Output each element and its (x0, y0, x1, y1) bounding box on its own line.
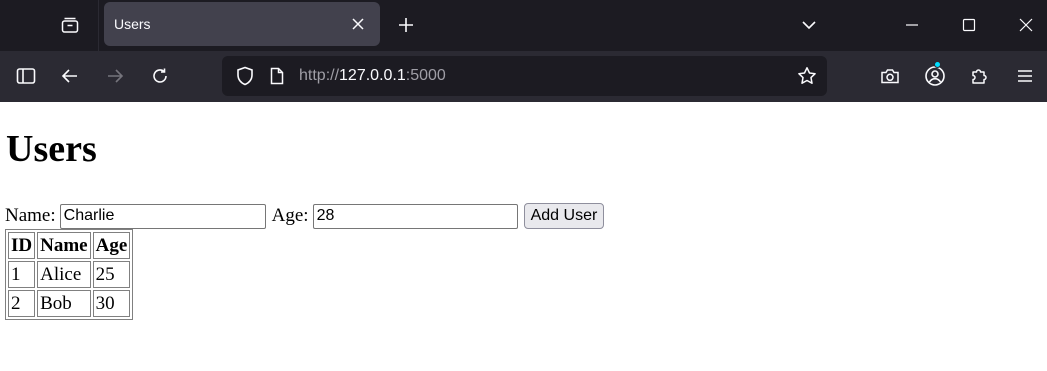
active-tab[interactable]: Users (104, 2, 380, 46)
url-scheme: http:// (299, 67, 340, 84)
chevron-down-icon[interactable] (795, 10, 823, 40)
nav-toolbar: http://127.0.0.1:5000 (0, 51, 1047, 102)
puzzle-icon[interactable] (965, 61, 995, 91)
table-row: 2 Bob 30 (8, 290, 131, 317)
url-bar[interactable]: http://127.0.0.1:5000 (222, 56, 827, 96)
back-arrow-icon[interactable] (55, 61, 85, 91)
cell-id: 2 (8, 290, 36, 317)
close-icon[interactable] (1012, 10, 1040, 40)
add-user-form: Name: Age: Add User (5, 203, 605, 229)
tab-groups-icon[interactable] (54, 10, 86, 40)
name-label: Name: (5, 205, 56, 226)
table-header-row: ID Name Age (8, 232, 131, 259)
tab-close-icon[interactable] (348, 14, 368, 34)
tab-separator (98, 0, 99, 51)
account-icon[interactable] (920, 61, 950, 91)
maximize-icon[interactable] (955, 10, 983, 40)
sidebar-icon[interactable] (10, 61, 42, 91)
minimize-icon[interactable] (898, 10, 926, 40)
cell-age: 25 (92, 261, 131, 288)
age-input[interactable] (312, 203, 518, 229)
add-user-button[interactable]: Add User (523, 203, 605, 229)
url-host: 127.0.0.1 (339, 67, 406, 84)
star-icon[interactable] (792, 61, 822, 91)
page-icon[interactable] (264, 61, 290, 91)
shield-icon[interactable] (230, 61, 260, 91)
column-header-name: Name (37, 232, 91, 259)
cell-id: 1 (8, 261, 36, 288)
name-input[interactable] (59, 203, 266, 229)
camera-icon[interactable] (875, 61, 905, 91)
column-header-id: ID (8, 232, 36, 259)
reload-icon[interactable] (145, 61, 175, 91)
tab-bar: Users (0, 0, 1047, 51)
url-port: :5000 (405, 67, 446, 84)
tab-title: Users (114, 16, 151, 32)
hamburger-menu-icon[interactable] (1010, 61, 1040, 91)
page-title: Users (6, 128, 97, 170)
plus-icon[interactable] (392, 10, 420, 40)
page-content: Users Name: Age: Add User ID Name Age 1 … (0, 102, 1047, 371)
forward-arrow-icon[interactable] (100, 61, 130, 91)
column-header-age: Age (92, 232, 131, 259)
cell-name: Bob (37, 290, 91, 317)
age-label: Age: (271, 205, 309, 226)
account-badge (934, 61, 941, 68)
table-row: 1 Alice 25 (8, 261, 131, 288)
cell-age: 30 (92, 290, 131, 317)
users-table: ID Name Age 1 Alice 25 2 Bob 30 (5, 229, 134, 320)
url-text[interactable]: http://127.0.0.1:5000 (299, 56, 446, 96)
cell-name: Alice (37, 261, 91, 288)
